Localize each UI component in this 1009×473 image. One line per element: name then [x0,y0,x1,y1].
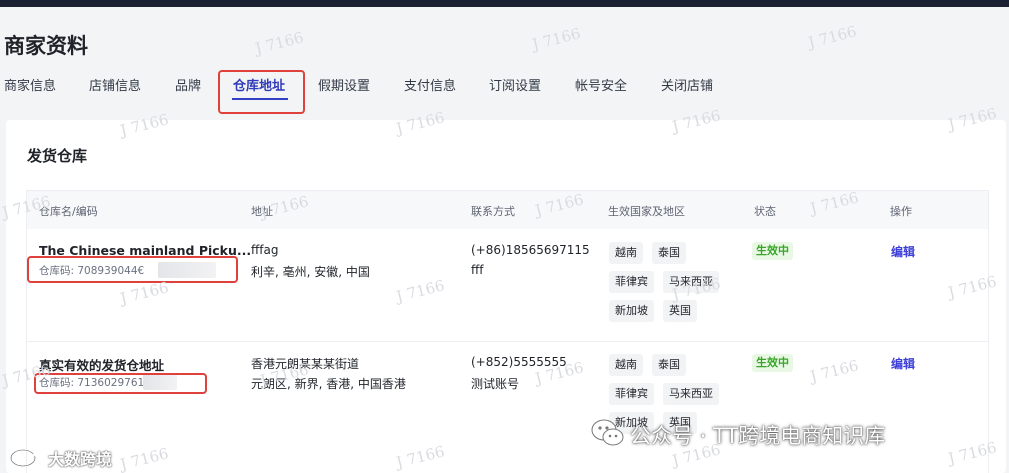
watermark-text: J 7166 [806,22,859,52]
tab-payment-info[interactable]: 支付信息 [404,75,456,94]
region-tag: 越南 [609,242,643,264]
tab-bar: 商家信息 店铺信息 品牌 仓库地址 假期设置 支付信息 订阅设置 帐号安全 关闭… [0,66,1009,112]
watermark-text: J 7166 [253,28,306,58]
region-tag: 菲律宾 [609,271,654,293]
bottom-left-watermark-logo: 大数跨境 [8,443,112,469]
region-tag: 马来西亚 [663,383,719,405]
column-header-action: 操作 [890,205,912,218]
tab-subscription-settings[interactable]: 订阅设置 [489,75,541,94]
region-tag: 新加坡 [609,300,654,322]
tab-highlight-box [218,70,305,114]
top-nav-bar [0,0,1009,7]
edit-warehouse-link[interactable]: 编辑 [891,243,915,260]
column-header-contact: 联系方式 [471,205,515,218]
warehouse-name: 真实有效的发货仓地址 [39,358,165,373]
tab-close-shop[interactable]: 关闭店铺 [661,75,713,94]
tab-brand[interactable]: 品牌 [175,75,201,94]
code-highlight-box [34,373,207,394]
tab-holiday-settings[interactable]: 假期设置 [318,75,370,94]
column-header-status: 状态 [754,205,776,218]
tab-account-security[interactable]: 帐号安全 [575,75,627,94]
column-header-regions: 生效国家及地区 [608,205,685,218]
code-highlight-box [27,256,238,283]
region-tag: 英国 [663,300,697,322]
tab-merchant-info[interactable]: 商家信息 [4,75,56,94]
edit-warehouse-link[interactable]: 编辑 [891,355,915,372]
row-divider [27,341,988,342]
page-title: 商家资料 [4,34,88,58]
status-badge: 生效中 [752,242,793,260]
tab-shop-info[interactable]: 店铺信息 [89,75,141,94]
wechat-logo-icon [591,419,624,446]
section-title: 发货仓库 [27,147,88,165]
watermark-text: J 7166 [530,24,583,54]
address-region: 利辛, 亳州, 安徽, 中国 [251,265,370,279]
region-tag: 泰国 [652,354,686,376]
bottom-right-brand-watermark: 公众号 · TT跨境电商知识库 [590,418,885,450]
contact-phone: (+86)18565697115 [471,243,590,257]
weibo-logo-icon [10,446,40,467]
status-badge: 生效中 [752,354,793,372]
bottom-left-logo-text: 大数跨境 [48,450,113,469]
region-tag: 越南 [609,354,643,376]
bottom-right-brand-text: 公众号 · TT跨境电商知识库 [630,424,886,448]
contact-name: 测试账号 [471,377,520,391]
address-line: fffag [251,243,279,257]
contact-name: fff [471,263,484,277]
region-tag: 菲律宾 [609,383,654,405]
region-tag: 泰国 [652,242,686,264]
